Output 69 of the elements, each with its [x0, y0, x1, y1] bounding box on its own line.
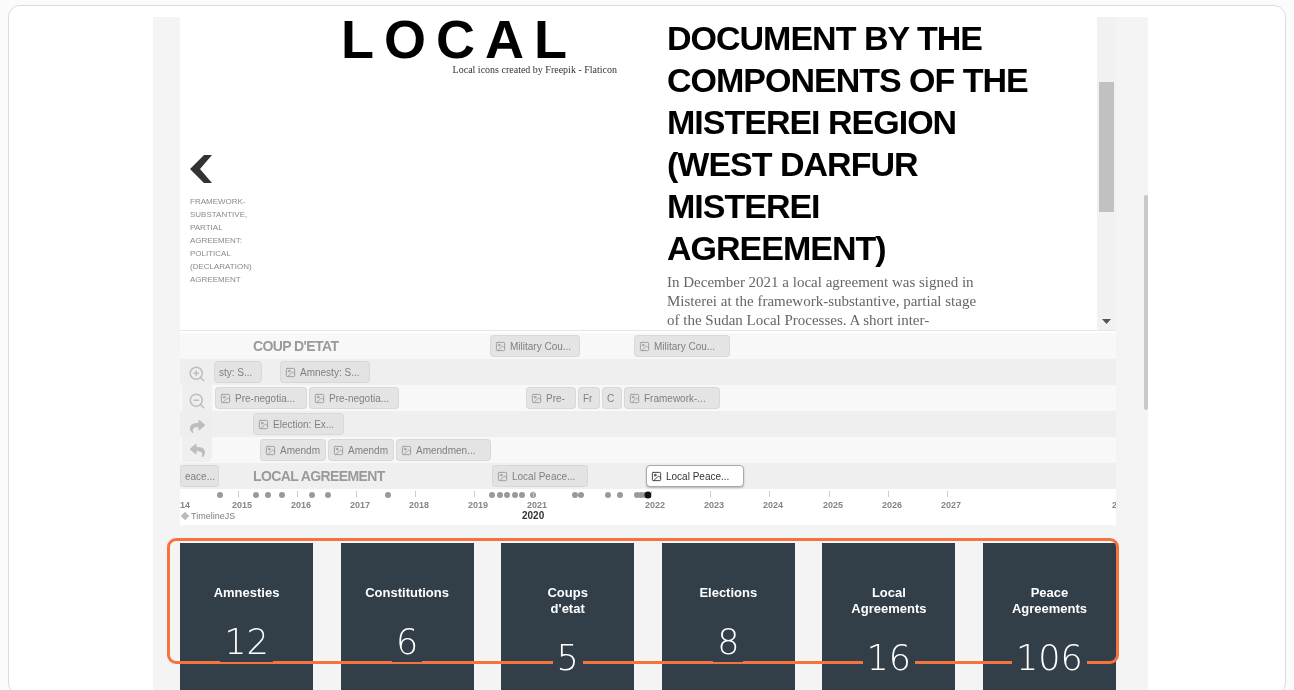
axis-year-label: 2015	[232, 500, 253, 510]
timeline-credit[interactable]: TimelineJS	[182, 511, 236, 521]
scroll-down-icon[interactable]	[1102, 319, 1111, 324]
timeline-event[interactable]: Amendmen...	[396, 439, 491, 461]
back-button[interactable]	[189, 442, 205, 458]
zoom-in-button[interactable]	[188, 364, 206, 383]
axis-year-label: 2025	[823, 500, 844, 510]
image-icon	[495, 340, 506, 352]
timeline-event[interactable]: Local Peace...	[646, 465, 744, 487]
timeline-event[interactable]: Amendm	[260, 439, 326, 461]
axis-year-label: 2018	[409, 500, 430, 510]
timeline-event[interactable]: Amendm	[328, 439, 394, 461]
image-icon	[639, 340, 650, 352]
timeline-event[interactable]: Pre-negotia...	[215, 387, 307, 409]
axis-year-label: 2019	[468, 500, 489, 510]
slide-text: In December 2021 a local agreement was signed in Misterei at the framework-substantive, partial stage of the Sudan Local Processes. A short inter-	[667, 273, 978, 330]
stat-label: Local Agreements	[851, 585, 927, 617]
stat-label: Amnesties	[213, 585, 280, 601]
image-icon	[651, 470, 662, 482]
image-icon	[314, 392, 325, 404]
image-credit: Local icons created by Freepik - Flaticon	[452, 64, 617, 75]
timeline-event[interactable]: Fr	[578, 387, 600, 409]
timeline-event[interactable]: Military Cou...	[634, 335, 730, 357]
axis-year-label: 14	[180, 500, 190, 510]
axis-year-label: 2024	[763, 500, 784, 510]
image-icon	[285, 366, 296, 378]
stat-label: Peace Agreements	[1011, 585, 1088, 617]
axis-year-label: 2016	[291, 500, 312, 510]
axis-year-label: 2021	[527, 500, 548, 510]
stat-label: Elections	[699, 585, 758, 601]
timeline-event[interactable]: sty: S...	[214, 361, 262, 383]
timeline-group-label: COUP D'ETAT	[253, 337, 339, 356]
page-scrollbar[interactable]	[1144, 195, 1148, 410]
stat-label: Constitutions	[365, 585, 449, 601]
axis-year-label: 2026	[882, 500, 903, 510]
axis-year-label: 2023	[704, 500, 725, 510]
timeline-event[interactable]: C	[602, 387, 622, 409]
axis-year-label: 2017	[350, 500, 371, 510]
image-icon	[497, 470, 508, 482]
axis-year-label: 2020	[522, 510, 545, 521]
credit-text: TimelineJS	[191, 511, 236, 521]
previous-slide-button[interactable]: FRAMEWORK-SUBSTANTIVE, PARTIAL AGREEMENT: POLITICAL (DECLARATION) AGREEMENT	[190, 155, 252, 286]
timeline-event[interactable]: Pre-negotia...	[309, 387, 399, 409]
scrollbar-thumb[interactable]	[1099, 82, 1114, 212]
timeline-group-label: LOCAL AGREEMENT	[253, 467, 385, 486]
stat-label: Coups d'etat	[547, 585, 588, 617]
image-icon	[333, 444, 344, 456]
timeline-event[interactable]: Pre-	[526, 387, 576, 409]
slide-scrollbar[interactable]	[1097, 17, 1116, 330]
chevron-left-icon	[190, 155, 212, 183]
timeline-event[interactable]: Framework-...	[624, 387, 720, 409]
image-icon	[220, 392, 231, 404]
timeline-event[interactable]: Amnesty: S...	[280, 361, 370, 383]
axis-year-label: 2027	[941, 500, 962, 510]
axis-year-label: 2022	[645, 500, 666, 510]
logo-image: LOCAL	[341, 17, 577, 61]
forward-button[interactable]	[189, 418, 205, 434]
image-icon	[629, 392, 640, 404]
slide-headline: DOCUMENT BY THE COMPONENTS OF THE MISTEREI REGION (WEST DARFUR MISTEREI AGREEMENT)	[667, 18, 1029, 269]
image-icon	[265, 444, 276, 456]
timeline-event[interactable]: Election: Ex...	[253, 413, 344, 435]
image-icon	[258, 418, 269, 430]
timeline-event[interactable]: eace...	[180, 465, 219, 487]
image-icon	[531, 392, 542, 404]
timeline-event[interactable]: Local Peace...	[492, 465, 588, 487]
image-icon	[401, 444, 412, 456]
axis-year-label: 2	[1112, 500, 1116, 510]
zoom-out-button[interactable]	[188, 391, 206, 410]
timeline-event[interactable]: Military Cou...	[490, 335, 580, 357]
